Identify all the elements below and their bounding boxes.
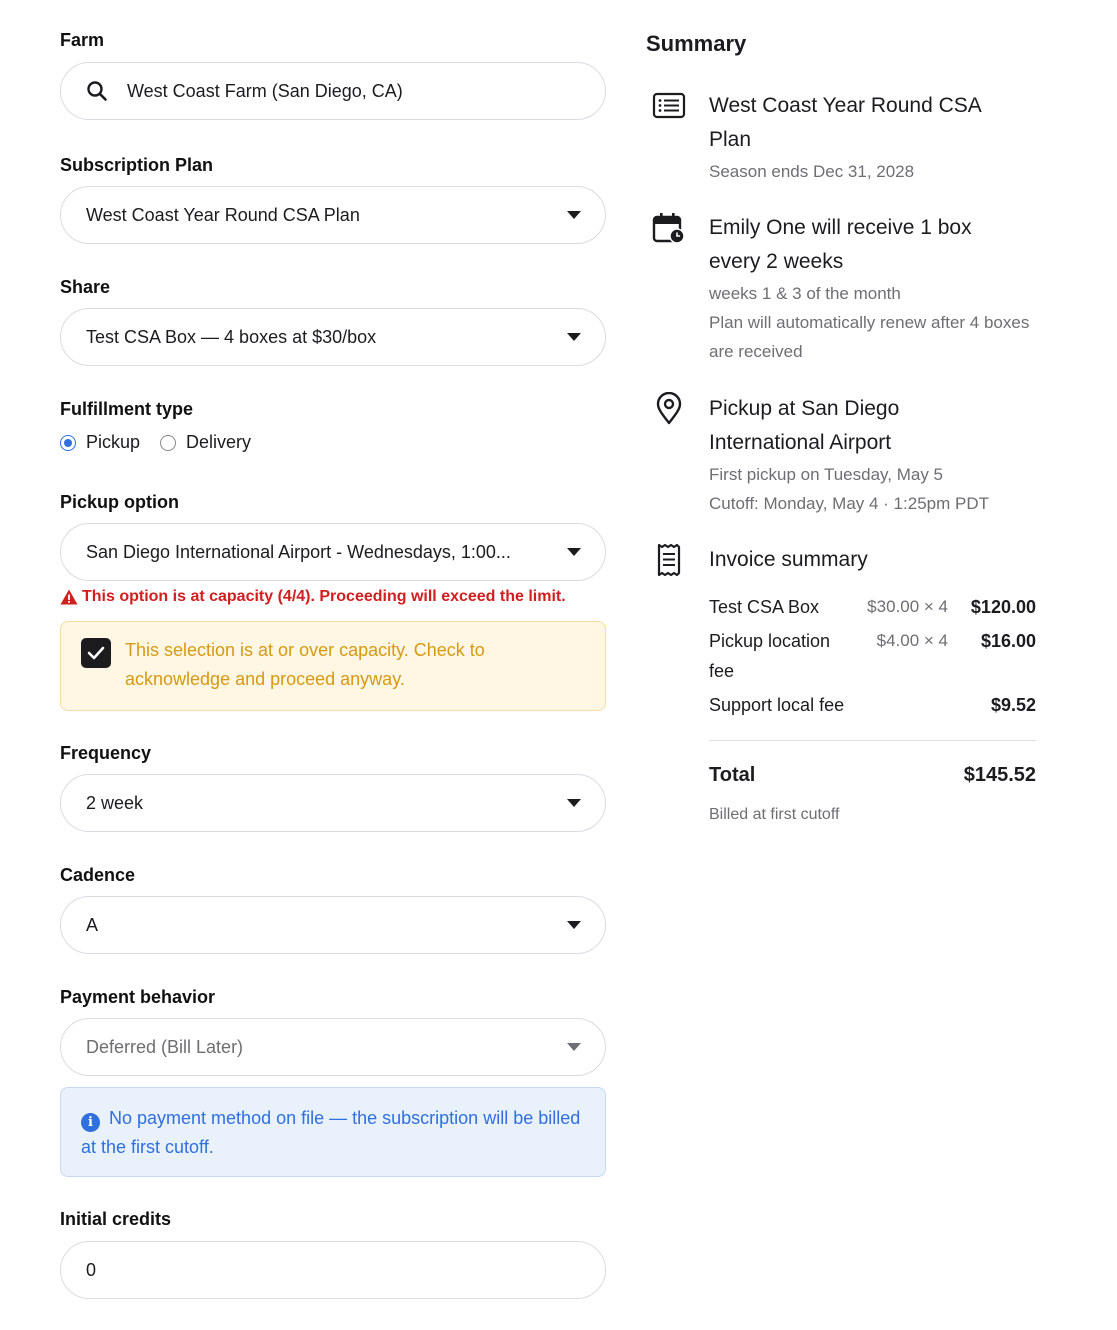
fulfillment-pickup-option[interactable]: Pickup: [60, 432, 140, 453]
cadence-select[interactable]: A: [60, 896, 606, 954]
pickup-option-select[interactable]: San Diego International Airport - Wednes…: [60, 523, 606, 581]
schedule-renewal: Plan will automatically renew after 4 bo…: [709, 313, 1030, 361]
delivery-radio-label: Delivery: [186, 432, 252, 452]
initial-credits-input[interactable]: 0: [60, 1241, 606, 1299]
fulfillment-delivery-option[interactable]: Delivery: [160, 432, 251, 453]
farm-value: West Coast Farm (San Diego, CA): [127, 80, 403, 101]
frequency-label: Frequency: [60, 743, 152, 763]
acknowledge-text: This selection is at or over capacity. C…: [125, 640, 485, 689]
delivery-radio[interactable]: [160, 434, 177, 451]
pickup-cutoff: Cutoff: Monday, May 4 · 1:25pm PDT: [709, 494, 989, 513]
share-label: Share: [60, 277, 111, 297]
invoice-item-amount: $9.52: [990, 695, 1036, 715]
fulfillment-label: Fulfillment type: [60, 399, 194, 419]
caret-down-icon: [567, 1043, 581, 1051]
schedule-heading: Emily One will receive 1 box every 2 wee…: [709, 216, 972, 273]
plan-heading: West Coast Year Round CSA Plan: [709, 94, 981, 151]
initial-credits-value: 0: [86, 1259, 97, 1280]
summary-title: Summary: [646, 31, 747, 56]
check-icon: [87, 646, 105, 660]
receipt-icon: [657, 543, 681, 577]
frequency-value: 2 week: [86, 792, 144, 813]
location-pin-icon: [656, 392, 682, 425]
payment-behavior-label: Payment behavior: [60, 987, 216, 1007]
cadence-value: A: [86, 914, 99, 935]
subscription-plan-value: West Coast Year Round CSA Plan: [86, 204, 360, 225]
pickup-radio[interactable]: [60, 434, 76, 451]
invoice-item-qty: $30.00 × 4: [867, 597, 948, 616]
capacity-warning-text: This option is at capacity (4/4). Procee…: [82, 588, 566, 605]
invoice-item-name: Support local fee: [709, 695, 845, 715]
share-value: Test CSA Box — 4 boxes at $30/box: [86, 326, 377, 347]
initial-credits-label: Initial credits: [60, 1209, 172, 1229]
invoice-row: Support local fee $9.52: [709, 690, 1036, 724]
invoice-item-qty: $4.00 × 4: [876, 631, 948, 650]
subscription-plan-select[interactable]: West Coast Year Round CSA Plan: [60, 186, 606, 244]
pickup-option-value: San Diego International Airport - Wednes…: [86, 541, 511, 562]
payment-behavior-select[interactable]: Deferred (Bill Later): [60, 1018, 606, 1076]
total-amount: $145.52: [963, 764, 1036, 786]
payment-info-text: No payment method on file — the subscrip…: [81, 1108, 581, 1157]
pickup-first-date: First pickup on Tuesday, May 5: [709, 465, 944, 484]
search-icon: [87, 81, 107, 101]
subscription-plan-label: Subscription Plan: [60, 155, 214, 175]
acknowledge-checkbox[interactable]: [81, 638, 111, 668]
caret-down-icon: [567, 211, 581, 219]
invoice-item-name: Pickup location fee: [709, 631, 831, 681]
invoice-table: Test CSA Box $30.00 × 4 $120.00 Pickup l…: [709, 592, 1036, 724]
frequency-select[interactable]: 2 week: [60, 774, 606, 832]
schedule-weeks: weeks 1 & 3 of the month: [709, 284, 901, 303]
caret-down-icon: [567, 799, 581, 807]
calendar-clock-icon: [652, 213, 685, 244]
farm-search-input[interactable]: West Coast Farm (San Diego, CA): [60, 62, 606, 120]
caret-down-icon: [567, 921, 581, 929]
invoice-divider: [709, 740, 1036, 741]
capacity-acknowledge-box: This selection is at or over capacity. C…: [60, 621, 606, 711]
farm-label: Farm: [60, 30, 105, 50]
invoice-row: Pickup location fee $4.00 × 4 $16.00: [709, 626, 1036, 690]
share-select[interactable]: Test CSA Box — 4 boxes at $30/box: [60, 308, 606, 366]
invoice-item-amount: $16.00: [980, 631, 1036, 651]
capacity-warning: This option is at capacity (4/4). Procee…: [60, 588, 566, 606]
billed-note: Billed at first cutoff: [709, 806, 840, 823]
list-icon: [652, 92, 686, 119]
total-label: Total: [709, 764, 756, 786]
caret-down-icon: [567, 333, 581, 341]
payment-info-box: i No payment method on file — the subscri…: [60, 1087, 606, 1177]
invoice-row: Test CSA Box $30.00 × 4 $120.00: [709, 592, 1036, 626]
warning-icon: [60, 589, 78, 605]
plan-season: Season ends Dec 31, 2028: [709, 162, 915, 181]
caret-down-icon: [567, 548, 581, 556]
fulfillment-radio-group: Pickup Delivery: [60, 432, 271, 453]
info-icon: i: [81, 1113, 100, 1132]
pickup-radio-label: Pickup: [86, 432, 141, 452]
cadence-label: Cadence: [60, 865, 136, 885]
payment-behavior-value: Deferred (Bill Later): [86, 1036, 244, 1057]
invoice-item-name: Test CSA Box: [709, 597, 820, 617]
invoice-item-amount: $120.00: [970, 597, 1036, 617]
invoice-heading: Invoice summary: [709, 548, 868, 571]
pickup-heading: Pickup at San Diego International Airpor…: [709, 397, 900, 454]
pickup-option-label: Pickup option: [60, 492, 179, 512]
